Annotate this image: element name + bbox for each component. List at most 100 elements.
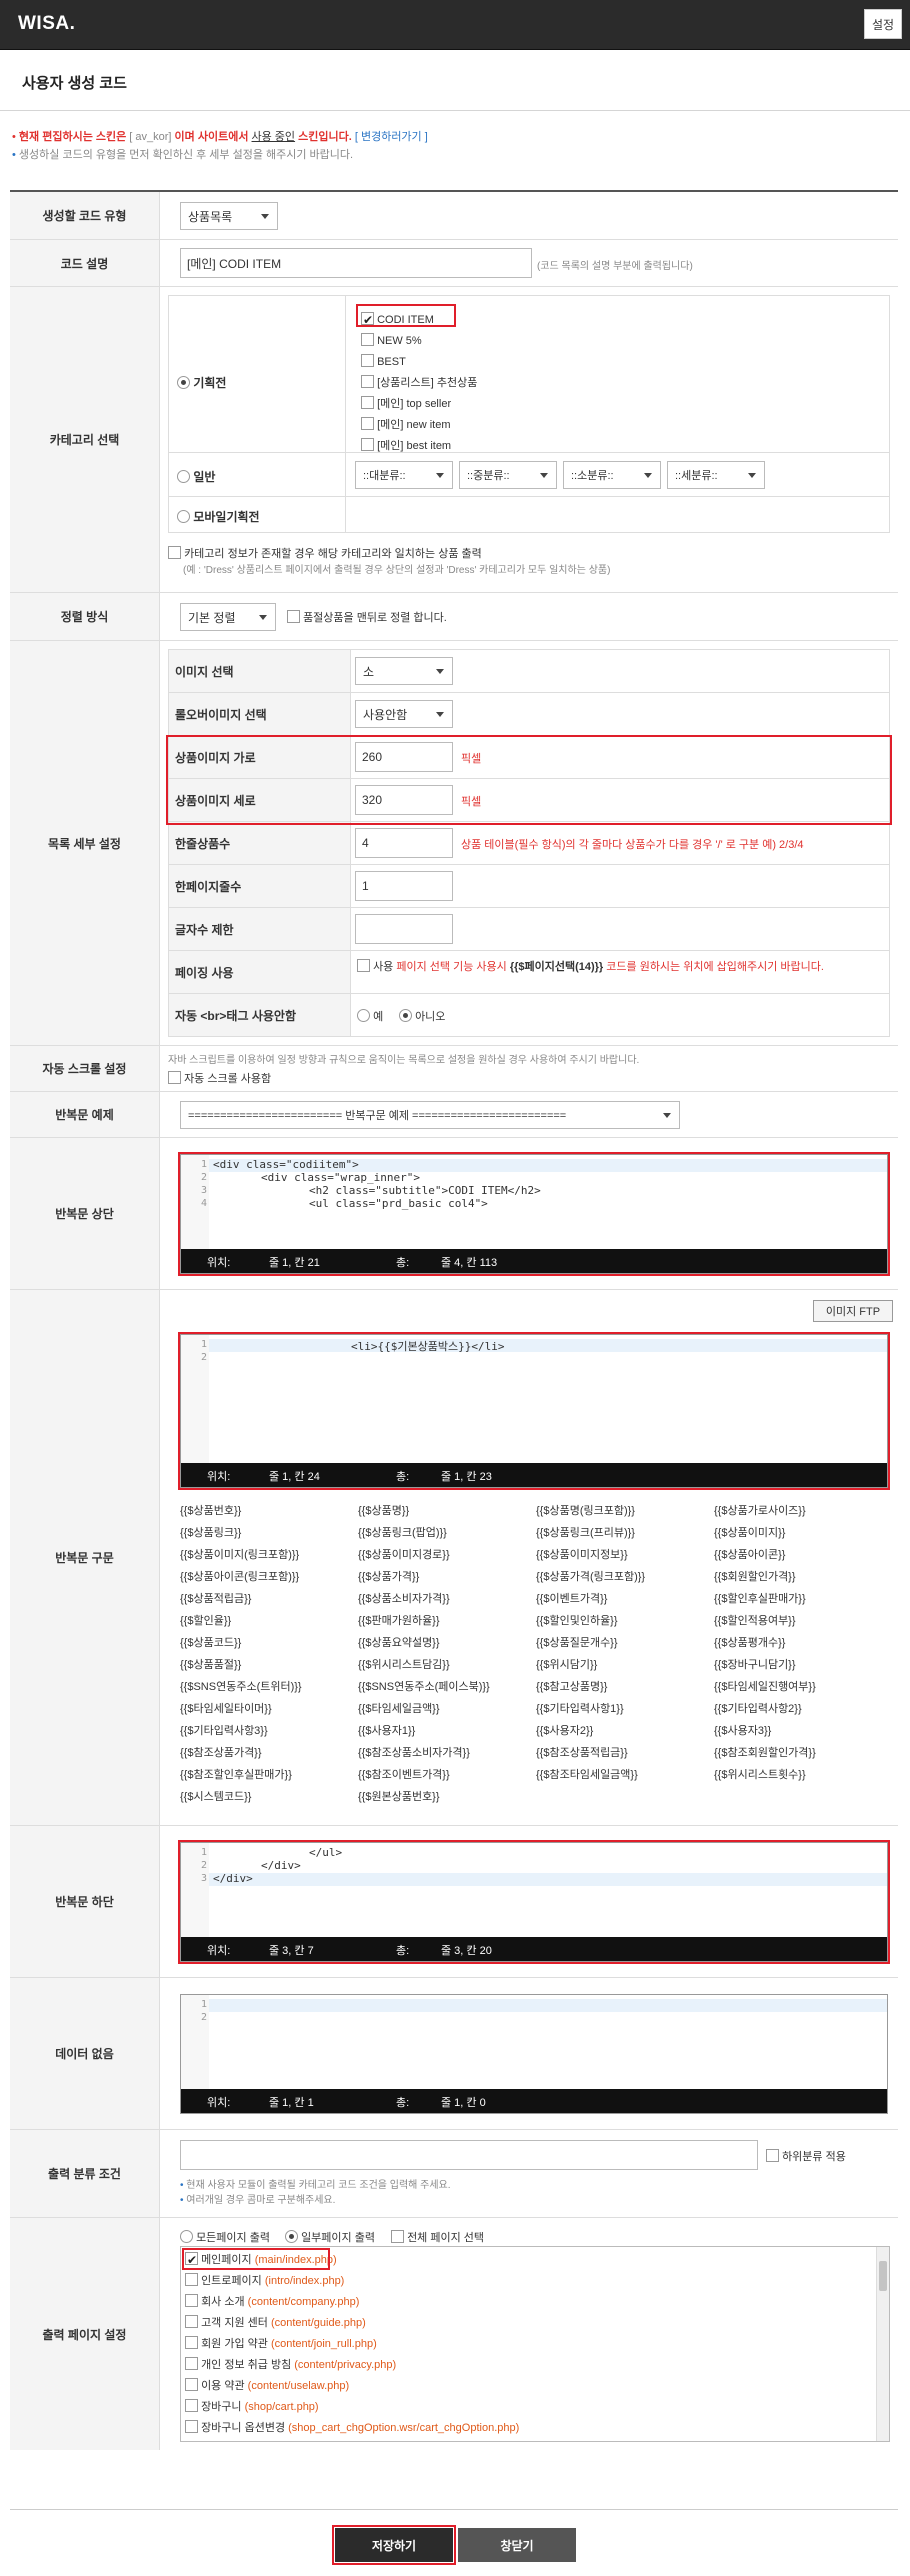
replacement-code[interactable]: {{$참조상품소비자가격}} [358, 1744, 470, 1760]
page-list-item[interactable]: 이용 약관 (content/uselaw.php) [185, 2376, 865, 2397]
category-small-select[interactable]: ::소분류:: [563, 461, 661, 489]
replacement-code[interactable]: {{$참조이벤트가격}} [358, 1766, 450, 1782]
replacement-code[interactable]: {{$상품요약설명}} [358, 1634, 440, 1650]
replacement-code[interactable]: {{$참고상품명}} [536, 1678, 607, 1694]
replacement-code[interactable]: {{$기타입력사항3}} [180, 1722, 268, 1738]
category-detail-select[interactable]: ::세분류:: [667, 461, 765, 489]
replacement-code[interactable]: {{$참조타임세일금액}} [536, 1766, 638, 1782]
radio-plan[interactable]: 기획전 [177, 374, 226, 391]
page-checkbox[interactable] [185, 2273, 198, 2286]
category-medium-select[interactable]: ::중분류:: [459, 461, 557, 489]
rows-input[interactable]: 1 [355, 871, 453, 901]
auto-scroll-check[interactable]: 자동 스크롤 사용함 [168, 1070, 271, 1086]
replacement-code[interactable]: {{$상품이미지정보}} [536, 1546, 628, 1562]
select-all-pages-check[interactable]: 전체 페이지 선택 [391, 2229, 484, 2245]
replacement-code[interactable]: {{$SNS연동주소(페이스북)}} [358, 1678, 490, 1694]
code-desc-input[interactable]: [메인] CODI ITEM [180, 248, 532, 278]
page-list-item[interactable]: 회사 소개 (content/company.php) [185, 2292, 865, 2313]
replacement-code[interactable]: {{$기타입력사항2}} [714, 1700, 802, 1716]
radio-some-pages[interactable]: 일부페이지 출력 [285, 2229, 375, 2245]
repeat-example-select[interactable]: ======================== 반복구문 예제 =======… [180, 1101, 680, 1129]
replacement-code[interactable]: {{$기타입력사항1}} [536, 1700, 624, 1716]
scroll-thumb[interactable] [879, 2261, 887, 2291]
replacement-code[interactable]: {{$상품명}} [358, 1502, 409, 1518]
replacement-code[interactable]: {{$타임세일금액}} [358, 1700, 440, 1716]
radio-all-pages[interactable]: 모든페이지 출력 [180, 2229, 270, 2245]
replacement-code[interactable]: {{$판매가원하율}} [358, 1612, 440, 1628]
page-list-item[interactable]: 장바구니 (shop/cart.php) [185, 2397, 865, 2418]
replacement-code[interactable]: {{$원본상품번호}} [358, 1788, 440, 1804]
paging-check[interactable]: 사용 페이지 선택 기능 사용시 {{$페이지선택(14)}} 코드를 원하시는… [357, 959, 877, 974]
page-checkbox[interactable] [185, 2315, 198, 2328]
per-line-input[interactable]: 4 [355, 828, 453, 858]
sort-select[interactable]: 기본 정렬 [180, 603, 276, 631]
page-list-item[interactable]: 개인 정보 취급 방침 (content/privacy.php) [185, 2355, 865, 2376]
plan-item[interactable]: [메인] new item [361, 415, 477, 436]
soldout-last-check[interactable]: 품절상품을 맨뒤로 정렬 합니다. [287, 609, 447, 625]
output-condition-input[interactable] [180, 2140, 758, 2170]
page-checkbox[interactable] [185, 2294, 198, 2307]
page-list-item[interactable]: 회원 가입 약관 (content/join_rull.php) [185, 2334, 865, 2355]
page-list-item[interactable]: 주문서 (shop/order.php) [185, 2439, 865, 2442]
replacement-code[interactable]: {{$상품가로사이즈}} [714, 1502, 806, 1518]
page-list-item[interactable]: 인트로페이지 (intro/index.php) [185, 2271, 865, 2292]
replacement-code[interactable]: {{$상품아이콘}} [714, 1546, 785, 1562]
replacement-code[interactable]: {{$상품질문개수}} [536, 1634, 618, 1650]
category-large-select[interactable]: ::대분류:: [355, 461, 453, 489]
replacement-code[interactable]: {{$위시리스트횟수}} [714, 1766, 806, 1782]
plan-item[interactable]: [상품리스트] 추천상품 [361, 373, 477, 394]
settings-button[interactable]: 설정 [864, 9, 902, 39]
page-list-scrollbar[interactable] [876, 2247, 889, 2441]
change-skin-link[interactable]: [ 변경하러가기 ] [355, 131, 428, 143]
replacement-code[interactable]: {{$상품아이콘(링크포함)}} [180, 1568, 299, 1584]
radio-normal[interactable]: 일반 [177, 468, 215, 485]
auto-br-yes[interactable]: 예 [357, 1008, 383, 1024]
plan-item[interactable]: NEW 5% [361, 331, 477, 352]
replacement-code[interactable]: {{$상품링크(팝업)}} [358, 1524, 447, 1540]
radio-mobile-plan[interactable]: 모바일기획전 [177, 508, 260, 525]
page-list[interactable]: 메인페이지 (main/index.php) 인트로페이지 (intro/ind… [180, 2246, 890, 2442]
image-ftp-button[interactable]: 이미지 FTP [813, 1300, 893, 1322]
replacement-code[interactable]: {{$위시담기}} [536, 1656, 597, 1672]
replacement-code[interactable]: {{$사용자2}} [536, 1722, 593, 1738]
plan-item[interactable]: [메인] top seller [361, 394, 477, 415]
code-type-select[interactable]: 상품목록 [180, 202, 278, 230]
image-select[interactable]: 소 [355, 657, 453, 685]
replacement-code[interactable]: {{$상품이미지(링크포함)}} [180, 1546, 299, 1562]
replacement-code[interactable]: {{$위시리스트담김}} [358, 1656, 450, 1672]
replacement-code[interactable]: {{$할인후실판매가}} [714, 1590, 806, 1606]
page-checkbox[interactable] [185, 2336, 198, 2349]
page-checkbox[interactable] [185, 2357, 198, 2370]
match-category-check[interactable]: 카테고리 정보가 존재할 경우 해당 카테고리와 일치하는 상품 출력 [168, 545, 482, 561]
replacement-code[interactable]: {{$참조상품적립금}} [536, 1744, 628, 1760]
replacement-code[interactable]: {{$참조상품가격}} [180, 1744, 262, 1760]
replacement-code[interactable]: {{$상품이미지경로}} [358, 1546, 450, 1562]
replacement-code[interactable]: {{$회원할인가격}} [714, 1568, 796, 1584]
replacement-code[interactable]: {{$상품가격}} [358, 1568, 419, 1584]
replacement-code[interactable]: {{$타임세일진행여부}} [714, 1678, 816, 1694]
replacement-code[interactable]: {{$상품링크(프리뷰)}} [536, 1524, 635, 1540]
replacement-code[interactable]: {{$이벤트가격}} [536, 1590, 607, 1606]
replacement-code[interactable]: {{$할인적용여부}} [714, 1612, 796, 1628]
replacement-code[interactable]: {{$상품가격(링크포함)}} [536, 1568, 645, 1584]
page-checkbox[interactable] [185, 2441, 198, 2442]
replacement-code[interactable]: {{$상품적립금}} [180, 1590, 251, 1606]
auto-br-no[interactable]: 아니오 [399, 1008, 445, 1024]
close-window-button[interactable]: 창닫기 [458, 2528, 576, 2562]
page-list-item[interactable]: 고객 지원 센터 (content/guide.php) [185, 2313, 865, 2334]
page-checkbox[interactable] [185, 2420, 198, 2433]
replacement-code[interactable]: {{$상품코드}} [180, 1634, 241, 1650]
no-data-editor[interactable]: 1 2 위치: 줄 1, 칸 1 총: 줄 1, 칸 0 [180, 1994, 888, 2114]
replacement-code[interactable]: {{$상품번호}} [180, 1502, 241, 1518]
plan-item[interactable]: BEST [361, 352, 477, 373]
replacement-code[interactable]: {{$사용자3}} [714, 1722, 771, 1738]
page-list-item[interactable]: 장바구니 옵션변경 (shop_cart_chgOption.wsr/cart_… [185, 2418, 865, 2439]
replacement-code[interactable]: {{$상품이미지}} [714, 1524, 785, 1540]
replacement-code[interactable]: {{$상품명(링크포함)}} [536, 1502, 635, 1518]
replacement-code[interactable]: {{$상품품절}} [180, 1656, 241, 1672]
replacement-code[interactable]: {{$상품링크}} [180, 1524, 241, 1540]
replacement-code[interactable]: {{$SNS연동주소(트위터)}} [180, 1678, 302, 1694]
replacement-code[interactable]: {{$타임세일타이머}} [180, 1700, 272, 1716]
replacement-code[interactable]: {{$상품소비자가격}} [358, 1590, 450, 1606]
replacement-code[interactable]: {{$장바구니담기}} [714, 1656, 796, 1672]
